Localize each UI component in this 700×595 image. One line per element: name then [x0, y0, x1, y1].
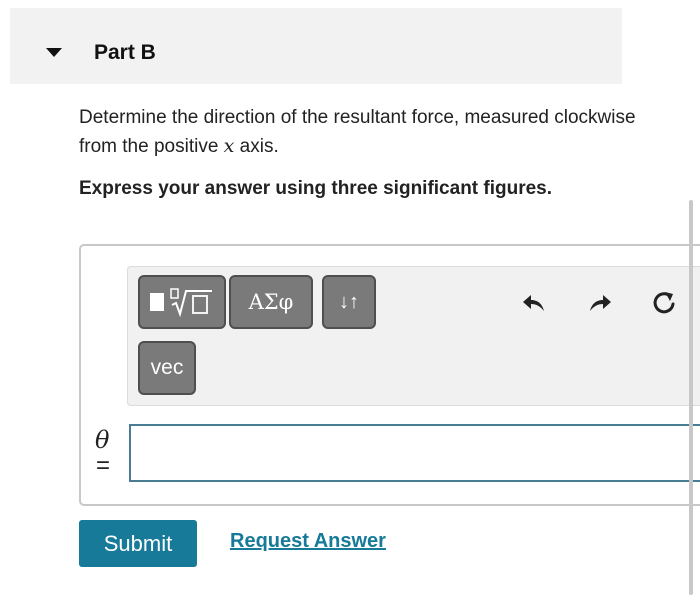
question-text: Determine the direction of the resultant… — [79, 104, 639, 161]
answer-variable-label: θ — [95, 426, 110, 454]
question-text-before: Determine the direction of the resultant… — [79, 107, 636, 157]
undo-icon[interactable] — [520, 289, 548, 317]
arrows-button[interactable]: ↓↑ — [322, 275, 376, 329]
scrollbar[interactable] — [689, 200, 693, 595]
greek-symbols-button[interactable]: ΑΣφ — [229, 275, 313, 329]
vec-button[interactable]: vec — [138, 341, 196, 395]
templates-button[interactable] — [138, 275, 226, 329]
question-variable: x — [223, 135, 235, 157]
reset-icon[interactable] — [650, 289, 678, 317]
templates-radical-icon — [170, 288, 212, 317]
request-answer-link[interactable]: Request Answer — [230, 530, 386, 553]
submit-button[interactable]: Submit — [79, 520, 197, 567]
answer-instruction: Express your answer using three signific… — [79, 178, 553, 199]
part-title: Part B — [94, 41, 156, 64]
equals-sign: = — [96, 452, 111, 479]
answer-box: ΑΣφ ↓↑ vec θ = — [79, 244, 700, 506]
answer-input[interactable] — [129, 424, 700, 482]
templates-square-icon — [150, 293, 164, 311]
caret-down-icon[interactable] — [46, 48, 62, 57]
math-toolbar: ΑΣφ ↓↑ vec — [127, 266, 700, 406]
part-header[interactable]: Part B — [10, 8, 622, 84]
question-text-after: axis. — [234, 136, 279, 157]
redo-icon[interactable] — [586, 289, 614, 317]
